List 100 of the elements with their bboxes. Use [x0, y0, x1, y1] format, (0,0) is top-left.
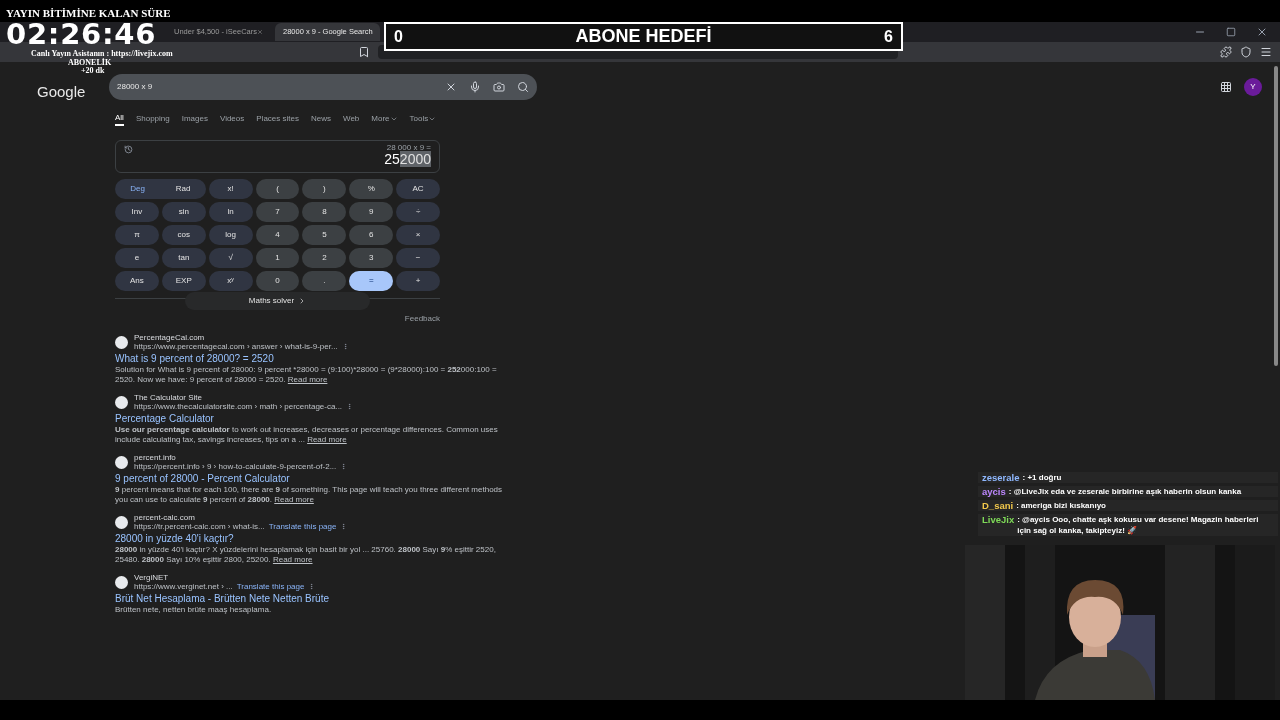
- site-name: The Calculator Site: [134, 393, 204, 402]
- calculator-key[interactable]: 0: [255, 271, 300, 291]
- calculator-key[interactable]: 6: [349, 225, 394, 245]
- calculator-key[interactable]: log: [208, 225, 253, 245]
- result-snippet: Solution for What is 9 percent of 28000: 9 percent *28000 = (9:100)*28000 = (9*28000):100 = 252000:100 = 2520. Now we have: 9 percent of 28000 = 2520. Read more: [115, 365, 498, 385]
- timer-label: YAYIN BİTİMİNE KALAN SÜRE: [6, 8, 171, 19]
- site-favicon: [115, 335, 128, 349]
- assistant-text: Canlı Yayın Asistanın : https://livejix.com: [31, 49, 173, 58]
- search-tab[interactable]: Shopping: [135, 112, 170, 126]
- site-url: https://www.thecalculatorsite.com › math › percentage-ca...: [134, 402, 343, 411]
- angle-mode-button[interactable]: Deg: [115, 179, 161, 199]
- site-name: percent.info: [134, 453, 177, 462]
- result-title[interactable]: 9 percent of 28000 - Percent Calculator: [115, 472, 515, 485]
- calculator-key[interactable]: 2: [302, 248, 347, 268]
- search-icon[interactable]: [517, 81, 529, 93]
- clear-icon[interactable]: [445, 81, 457, 93]
- search-tab[interactable]: Web: [342, 112, 360, 126]
- calculator-key[interactable]: Inv: [115, 202, 159, 222]
- site-favicon: [115, 395, 128, 409]
- result-snippet: 28000 in yüzde 40'i kaçtır? X yüzdelerini hesaplamak için basit bir yol ... 25760. 28000 Sayı 9% eşittir 2520, 25480. 28000 Sayı 10% eşittir 2800, 25200. Read more: [115, 545, 497, 565]
- result-snippet: 9 percent means that for each 100, there are 9 of something. This page will teach you three different methods you can use to calculate 9 percent of 28000. Read more: [115, 485, 504, 505]
- result-title[interactable]: Percentage Calculator: [115, 412, 515, 425]
- result-snippet: Brütten nete, netten brüte maaş hesaplama.: [115, 605, 273, 615]
- calculator-key[interactable]: 9: [349, 202, 394, 222]
- calculator-key[interactable]: cos: [161, 225, 206, 245]
- calculator-key[interactable]: −: [396, 248, 440, 268]
- calculator-key[interactable]: 5: [302, 225, 347, 245]
- search-tab[interactable]: Images: [181, 112, 208, 126]
- history-icon[interactable]: [124, 145, 133, 154]
- search-tab[interactable]: All: [115, 112, 124, 126]
- calculator-key[interactable]: xʸ: [208, 271, 253, 291]
- chat-text: : +1 doğru: [1022, 472, 1063, 483]
- bookmark-icon[interactable]: [358, 46, 370, 58]
- calculator-key[interactable]: .: [302, 271, 347, 291]
- search-tab[interactable]: Videos: [219, 112, 245, 126]
- calculator-key[interactable]: 7: [255, 202, 300, 222]
- calculator-key[interactable]: ): [302, 179, 347, 199]
- result-title[interactable]: 28000 in yüzde 40'i kaçtır?: [115, 532, 515, 545]
- chat-username: LiveJix: [982, 514, 1015, 527]
- calculator-key[interactable]: x!: [208, 179, 253, 199]
- read-more-link[interactable]: Read more: [274, 495, 314, 504]
- calculator-key[interactable]: Ans: [115, 271, 159, 291]
- search-tab[interactable]: More: [371, 112, 398, 126]
- site-favicon: [115, 515, 128, 529]
- chat-text: : @LiveJix eda ve zeserale birbirine aşık haberin olsun kanka: [1008, 486, 1243, 497]
- result-title[interactable]: What is 9 percent of 28000? = 2520: [115, 352, 515, 365]
- bonus-time: +20 dk: [81, 67, 105, 75]
- calculator-key[interactable]: 8: [302, 202, 347, 222]
- chat-username: zeserale: [982, 472, 1020, 483]
- google-logo[interactable]: Google: [37, 83, 86, 99]
- site-name: PercentageCal.com: [134, 333, 206, 342]
- scrollbar[interactable]: [1274, 66, 1278, 366]
- calculator-key[interactable]: √: [208, 248, 253, 268]
- calculator-key[interactable]: AC: [396, 179, 440, 199]
- site-url: https://www.verginet.net › ...: [134, 582, 233, 591]
- site-favicon: [115, 455, 128, 469]
- calculator-key[interactable]: sin: [161, 202, 206, 222]
- translate-link[interactable]: Translate this page: [268, 522, 337, 531]
- chat-username: aycis: [982, 486, 1006, 497]
- chat-text: : @aycis Ooo, chatte aşk kokusu var desene! Magazin haberleri için sağ ol kanka, takipteyiz! 🚀: [1017, 514, 1260, 536]
- read-more-link[interactable]: Read more: [272, 555, 313, 564]
- translate-link[interactable]: Translate this page: [236, 582, 305, 591]
- result-title[interactable]: Brüt Net Hesaplama - Brütten Nete Netten Brüte: [115, 592, 515, 605]
- feedback-link[interactable]: Feedback: [404, 313, 440, 325]
- apps-icon[interactable]: [1220, 81, 1232, 93]
- site-url: https://percent.info › 9 › how-to-calculate-9-percent-of-2...: [134, 462, 337, 471]
- calculator-key[interactable]: 3: [349, 248, 394, 268]
- goal-current: 0: [394, 26, 403, 47]
- shield-icon[interactable]: [1240, 46, 1252, 58]
- site-favicon: [115, 575, 128, 589]
- read-more-link[interactable]: Read more: [287, 375, 328, 384]
- microphone-icon[interactable]: [469, 81, 481, 93]
- angle-mode-button[interactable]: Rad: [160, 179, 206, 199]
- maximize-icon[interactable]: [1226, 27, 1236, 37]
- calculator-key[interactable]: =: [349, 271, 394, 291]
- calculator-key[interactable]: (: [255, 179, 300, 199]
- calculator-key[interactable]: π: [115, 225, 159, 245]
- search-tab[interactable]: News: [310, 112, 331, 126]
- calculator-key[interactable]: 4: [255, 225, 300, 245]
- menu-icon[interactable]: [1260, 46, 1272, 58]
- calculator-key[interactable]: 1: [255, 248, 300, 268]
- site-name: VergiNET: [134, 573, 170, 582]
- calculator-key[interactable]: +: [396, 271, 440, 291]
- close-icon[interactable]: [1256, 26, 1268, 38]
- calculator-key[interactable]: e: [115, 248, 159, 268]
- search-field[interactable]: 28000 x 9: [109, 74, 537, 100]
- chat-text: : ameriga bizi kıskanıyo: [1016, 500, 1107, 511]
- calculator-key[interactable]: ÷: [396, 202, 440, 222]
- avatar[interactable]: Y: [1244, 78, 1262, 96]
- search-tab[interactable]: Tools: [409, 112, 437, 126]
- read-more-link[interactable]: Read more: [307, 435, 347, 444]
- extension-icon[interactable]: [1220, 46, 1232, 58]
- calculator-key[interactable]: EXP: [161, 271, 206, 291]
- camera-icon[interactable]: [493, 81, 505, 93]
- calculator-key[interactable]: tan: [161, 248, 206, 268]
- maths-solver-button[interactable]: Maths solver: [185, 292, 370, 310]
- calculator-key[interactable]: ln: [208, 202, 253, 222]
- calculator-key[interactable]: %: [349, 179, 394, 199]
- calculator-key[interactable]: ×: [396, 225, 440, 245]
- search-tab[interactable]: Places sites: [256, 112, 299, 126]
